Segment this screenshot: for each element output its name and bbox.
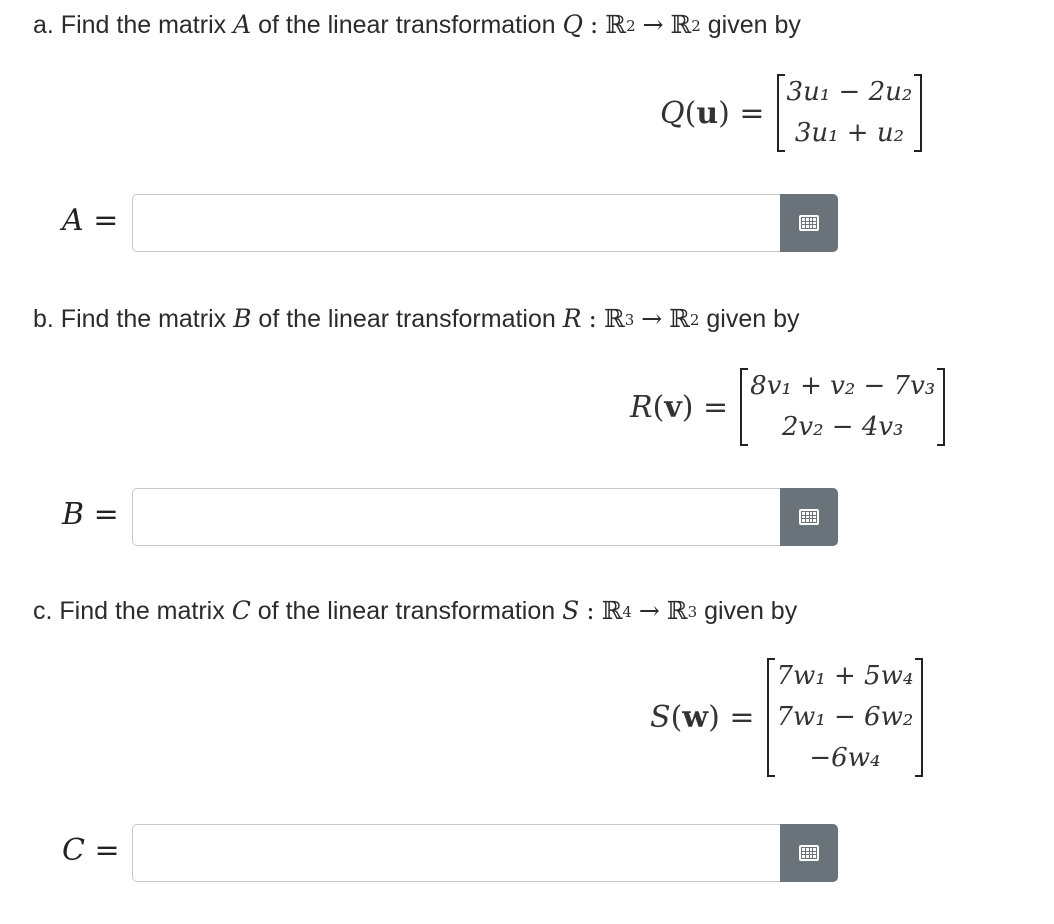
prompt-prefix: b. Find the matrix (33, 305, 227, 333)
matrix-grid-icon (799, 845, 819, 861)
transformation-b-formula: R(v) = 8v₁ + v₂ − 7v₃ 2v₂ − 4v₃ (630, 366, 946, 448)
matrix-letter: B (233, 304, 252, 333)
answer-b-field-group (132, 488, 838, 546)
close-paren: ) (718, 95, 730, 131)
prompt-middle: of the linear transformation (258, 305, 556, 333)
formula-lhs: Q(u) = (660, 96, 765, 131)
colon: : (586, 596, 595, 625)
colon: : (589, 10, 599, 39)
open-paren: ( (652, 389, 665, 425)
prompt-suffix: given by (706, 305, 800, 333)
matrix-editor-b-button[interactable] (780, 488, 838, 546)
answer-a-input[interactable] (132, 194, 801, 252)
matrix-editor-a-button[interactable] (780, 194, 838, 252)
answer-a-label: A = (62, 203, 118, 238)
open-paren: ( (670, 700, 683, 735)
vector-row: 7w₁ − 6w₂ (776, 702, 914, 732)
matrix-editor-c-button[interactable] (780, 824, 838, 882)
formula-lhs: R(v) = (630, 390, 728, 425)
domain-dim: 3 (624, 311, 635, 329)
map-name: R (562, 304, 582, 333)
vector-row: 7w₁ + 5w₄ (776, 661, 914, 691)
answer-letter: C (62, 833, 85, 868)
reals-symbol: ℝ (603, 304, 625, 333)
codomain-dim: 3 (687, 603, 698, 621)
answer-c-input[interactable] (132, 824, 801, 882)
vector-arg: v (664, 389, 682, 425)
prompt-middle: of the linear transformation (257, 597, 556, 625)
codomain-dim: 2 (689, 311, 700, 329)
reals-symbol: ℝ (666, 596, 688, 625)
vector-row: 3u₁ + u₂ (794, 118, 905, 148)
reals-symbol: ℝ (601, 596, 623, 625)
codomain-dim: 2 (691, 17, 701, 35)
arrow: → (641, 304, 663, 333)
answer-b-input[interactable] (132, 488, 801, 546)
domain-dim: 4 (622, 603, 632, 621)
func-name: Q (660, 95, 685, 131)
reals-symbol: ℝ (605, 10, 627, 39)
equals: = (703, 389, 729, 425)
answer-letter: B (62, 497, 85, 532)
vector-row: 2v₂ − 4v₃ (781, 412, 904, 442)
matrix-letter: C (231, 596, 251, 625)
vector-row: −6w₄ (809, 743, 881, 773)
reals-symbol: ℝ (669, 304, 690, 333)
vector-arg: u (696, 95, 719, 131)
formula-lhs: S(w) = (650, 700, 755, 735)
close-paren: ) (681, 389, 694, 425)
vector-arg: w (682, 700, 709, 735)
transformation-c-formula: S(w) = 7w₁ + 5w₄ 7w₁ − 6w₂ −6w₄ (650, 656, 924, 779)
answer-c-label: C = (62, 833, 120, 868)
question-b-prompt: b. Find the matrix B of the linear trans… (33, 304, 800, 334)
equals: = (729, 700, 755, 735)
matrix-grid-icon (799, 215, 819, 231)
result-vector-b: 8v₁ + v₂ − 7v₃ 2v₂ − 4v₃ (740, 366, 946, 448)
equals: = (93, 203, 119, 238)
prompt-middle: of the linear transformation (258, 11, 556, 39)
equals: = (739, 95, 765, 131)
reals-symbol: ℝ (670, 10, 692, 39)
equals: = (93, 497, 119, 532)
prompt-suffix: given by (704, 597, 798, 625)
vector-row: 3u₁ − 2u₂ (786, 77, 913, 107)
transformation-a-formula: Q(u) = 3u₁ − 2u₂ 3u₁ + u₂ (660, 72, 923, 154)
func-name: R (630, 389, 653, 425)
domain-dim: 2 (626, 17, 636, 35)
prompt-prefix: a. Find the matrix (33, 11, 227, 39)
question-a-prompt: a. Find the matrix A of the linear trans… (33, 10, 801, 40)
result-vector-a: 3u₁ − 2u₂ 3u₁ + u₂ (776, 72, 923, 154)
answer-letter: A (62, 203, 84, 238)
arrow: → (638, 596, 660, 625)
close-paren: ) (708, 700, 720, 735)
matrix-letter: A (233, 10, 252, 39)
answer-c-field-group (132, 824, 838, 882)
equals: = (94, 833, 120, 868)
prompt-suffix: given by (707, 11, 801, 39)
arrow: → (642, 10, 664, 39)
func-name: S (650, 700, 671, 735)
result-vector-c: 7w₁ + 5w₄ 7w₁ − 6w₂ −6w₄ (766, 656, 924, 779)
answer-b-label: B = (62, 497, 119, 532)
question-c-prompt: c. Find the matrix C of the linear trans… (33, 596, 797, 626)
matrix-grid-icon (799, 509, 819, 525)
vector-row: 8v₁ + v₂ − 7v₃ (750, 371, 936, 401)
map-name: Q (562, 10, 583, 39)
answer-a-field-group (132, 194, 838, 252)
prompt-prefix: c. Find the matrix (33, 597, 225, 625)
colon: : (588, 304, 597, 333)
map-name: S (562, 596, 580, 625)
open-paren: ( (684, 95, 697, 131)
